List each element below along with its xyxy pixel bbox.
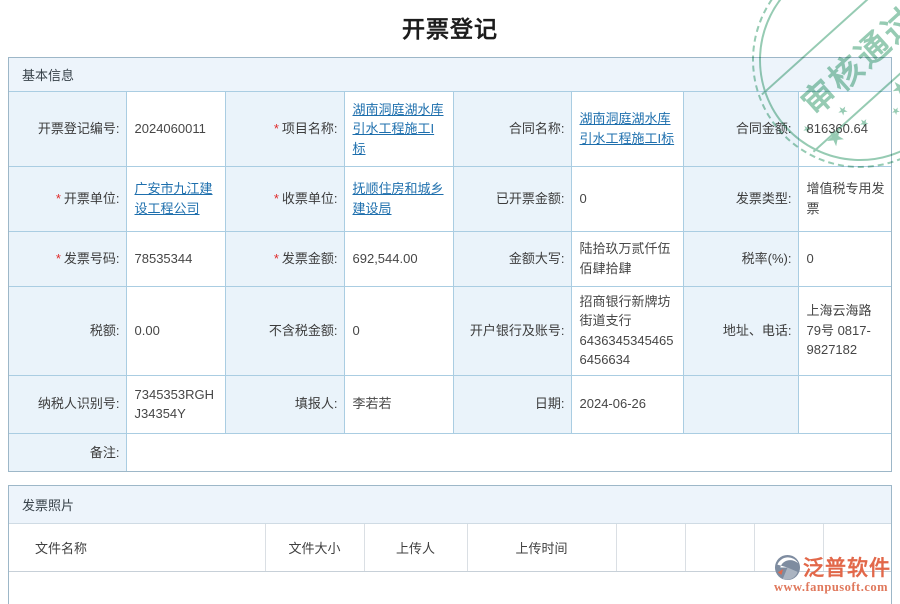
contract-amount-value: 816360.64 bbox=[798, 92, 891, 166]
required-asterisk: * bbox=[274, 251, 279, 266]
invoice-photos-section: 发票照片 文件名称 文件大小 上传人 上传时间 bbox=[8, 485, 892, 604]
reg-no-value: 2024060011 bbox=[126, 92, 225, 166]
contract-name-link[interactable]: 湖南洞庭湖水库引水工程施工I标 bbox=[580, 111, 675, 146]
amount-words-value: 陆拾玖万贰仟伍佰肆拾肆 bbox=[571, 231, 683, 286]
column-header-upload-time: 上传时间 bbox=[467, 524, 616, 572]
contract-name-value: 湖南洞庭湖水库引水工程施工I标 bbox=[571, 92, 683, 166]
contract-amount-label: 合同金额: bbox=[683, 92, 798, 166]
basic-info-section-title: 基本信息 bbox=[9, 58, 891, 92]
excl-tax-amount-value: 0 bbox=[344, 286, 453, 375]
tax-value: 0.00 bbox=[126, 286, 225, 375]
contract-name-label: 合同名称: bbox=[453, 92, 571, 166]
invoice-type-value: 增值税专用发票 bbox=[798, 166, 891, 231]
filler-value: 李若若 bbox=[344, 375, 453, 433]
required-asterisk: * bbox=[56, 191, 61, 206]
amount-words-label: 金额大写: bbox=[453, 231, 571, 286]
project-value: 湖南洞庭湖水库引水工程施工I标 bbox=[344, 92, 453, 166]
photos-header-row: 文件名称 文件大小 上传人 上传时间 bbox=[9, 524, 891, 572]
receiving-unit-value: 抚顺住房和城乡建设局 bbox=[344, 166, 453, 231]
basic-info-section: 基本信息 开票登记编号: 2024060011 *项目名称: 湖南洞庭湖水库引水… bbox=[8, 57, 892, 472]
date-value: 2024-06-26 bbox=[571, 375, 683, 433]
date-label: 日期: bbox=[453, 375, 571, 433]
vendor-website: www.fanpusoft.com bbox=[774, 580, 891, 595]
invoice-photos-table: 文件名称 文件大小 上传人 上传时间 bbox=[9, 524, 891, 572]
address-phone-value: 上海云海路79号 0817-9827182 bbox=[798, 286, 891, 375]
receiving-unit-label: *收票单位: bbox=[225, 166, 344, 231]
excl-tax-amount-label: 不含税金额: bbox=[225, 286, 344, 375]
table-row: *开票单位: 广安市九江建设工程公司 *收票单位: 抚顺住房和城乡建设局 已开票… bbox=[9, 166, 891, 231]
invoiced-amount-value: 0 bbox=[571, 166, 683, 231]
fanpu-logo-icon bbox=[774, 554, 801, 581]
invoice-no-value: 78535344 bbox=[126, 231, 225, 286]
required-asterisk: * bbox=[56, 251, 61, 266]
required-asterisk: * bbox=[274, 121, 279, 136]
taxpayer-id-label: 纳税人识别号: bbox=[9, 375, 126, 433]
receiving-unit-link[interactable]: 抚顺住房和城乡建设局 bbox=[353, 181, 444, 216]
invoicing-unit-value: 广安市九江建设工程公司 bbox=[126, 166, 225, 231]
vendor-watermark: 泛普软件 www.fanpusoft.com bbox=[774, 552, 891, 595]
empty-value-cell bbox=[798, 375, 891, 433]
column-header-empty bbox=[616, 524, 685, 572]
table-row: 纳税人识别号: 7345353RGHJ34354Y 填报人: 李若若 日期: 2… bbox=[9, 375, 891, 433]
vendor-name: 泛普软件 bbox=[803, 552, 891, 582]
invoiced-amount-label: 已开票金额: bbox=[453, 166, 571, 231]
reg-no-label: 开票登记编号: bbox=[9, 92, 126, 166]
empty-label-cell bbox=[683, 375, 798, 433]
column-header-empty bbox=[685, 524, 754, 572]
column-header-file-size: 文件大小 bbox=[265, 524, 364, 572]
taxpayer-id-value: 7345353RGHJ34354Y bbox=[126, 375, 225, 433]
invoice-amount-label: *发票金额: bbox=[225, 231, 344, 286]
basic-info-table: 开票登记编号: 2024060011 *项目名称: 湖南洞庭湖水库引水工程施工I… bbox=[9, 92, 891, 471]
column-header-uploader: 上传人 bbox=[364, 524, 467, 572]
tax-rate-value: 0 bbox=[798, 231, 891, 286]
invoice-no-label: *发票号码: bbox=[9, 231, 126, 286]
invoicing-unit-label: *开票单位: bbox=[9, 166, 126, 231]
bank-account-value: 招商银行新牌坊街道支行 64363453454656456634 bbox=[571, 286, 683, 375]
tax-rate-label: 税率(%): bbox=[683, 231, 798, 286]
filler-label: 填报人: bbox=[225, 375, 344, 433]
table-row: 开票登记编号: 2024060011 *项目名称: 湖南洞庭湖水库引水工程施工I… bbox=[9, 92, 891, 166]
invoicing-unit-link[interactable]: 广安市九江建设工程公司 bbox=[135, 181, 213, 216]
table-row: 税额: 0.00 不含税金额: 0 开户银行及账号: 招商银行新牌坊街道支行 6… bbox=[9, 286, 891, 375]
invoice-photos-section-title: 发票照片 bbox=[9, 486, 891, 524]
required-asterisk: * bbox=[274, 191, 279, 206]
project-label: *项目名称: bbox=[225, 92, 344, 166]
remark-value bbox=[126, 433, 891, 471]
tax-label: 税额: bbox=[9, 286, 126, 375]
page-title: 开票登记 bbox=[0, 0, 900, 57]
table-row: *发票号码: 78535344 *发票金额: 692,544.00 金额大写: … bbox=[9, 231, 891, 286]
column-header-file-name: 文件名称 bbox=[9, 524, 265, 572]
remark-label: 备注: bbox=[9, 433, 126, 471]
invoice-type-label: 发票类型: bbox=[683, 166, 798, 231]
table-row: 备注: bbox=[9, 433, 891, 471]
project-link[interactable]: 湖南洞庭湖水库引水工程施工I标 bbox=[353, 102, 444, 156]
bank-account-label: 开户银行及账号: bbox=[453, 286, 571, 375]
address-phone-label: 地址、电话: bbox=[683, 286, 798, 375]
invoice-amount-value: 692,544.00 bbox=[344, 231, 453, 286]
